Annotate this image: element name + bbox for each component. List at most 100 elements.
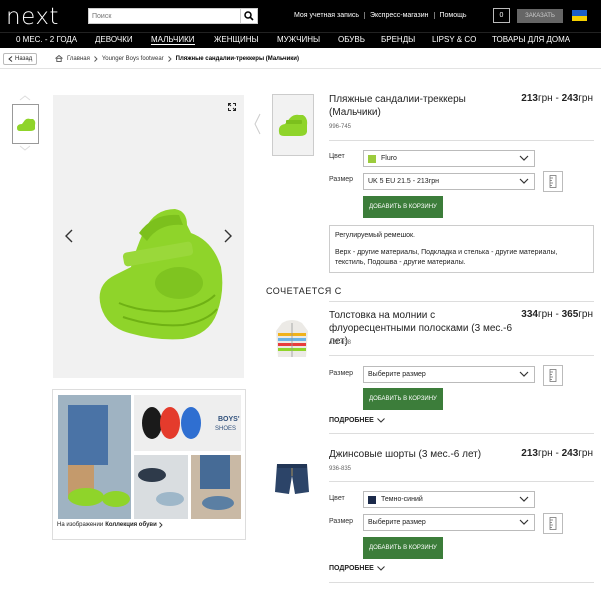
express-shop-link[interactable]: Экспресс-магазин: [364, 12, 434, 19]
next-logo[interactable]: next: [6, 4, 59, 30]
thumb-down-button[interactable]: [12, 145, 38, 153]
chevron-left-icon: [8, 56, 13, 62]
expand-icon[interactable]: [228, 103, 236, 111]
caption-prefix: На изображении: [57, 522, 104, 528]
nav-item-girls[interactable]: ДЕВОЧКИ: [95, 35, 133, 44]
color-value: Fluro: [381, 155, 397, 162]
product-title: Пляжные сандалии-треккеры (Мальчики): [329, 94, 466, 118]
size-guide-button[interactable]: [543, 513, 563, 534]
size-value: Выберите размер: [368, 371, 426, 378]
chevron-down-icon: [376, 418, 385, 423]
divider: [329, 301, 594, 302]
chevron-left-icon: [254, 113, 261, 135]
nav-item-shoes[interactable]: ОБУВЬ: [338, 35, 365, 44]
hoodie-price: 334грн - 365грн: [521, 309, 593, 320]
chevron-right-icon: [158, 522, 163, 528]
hoodie-image[interactable]: [274, 311, 310, 369]
size-label: Размер: [329, 370, 354, 377]
chevron-down-icon: [519, 178, 529, 184]
main-nav: 0 МЕС. - 2 ГОДА ДЕВОЧКИ МАЛЬЧИКИ ЖЕНЩИНЫ…: [0, 32, 601, 48]
shorts-more-link[interactable]: ПОДРОБНЕЕ: [329, 565, 385, 572]
description-feature: Регулируемый ремешок.: [335, 232, 415, 239]
search-input[interactable]: [89, 9, 239, 23]
svg-text:SHOES: SHOES: [215, 426, 236, 432]
chevron-right-icon: [167, 55, 172, 62]
add-to-cart-button[interactable]: ДОБАВИТЬ В КОРЗИНУ: [363, 196, 443, 218]
shorts-size-select[interactable]: Выберите размер: [363, 514, 535, 531]
chevron-down-icon: [19, 145, 31, 151]
home-icon: [55, 55, 63, 62]
chevron-up-icon: [19, 95, 31, 101]
caption-name: Коллекция обуви: [105, 522, 157, 528]
top-header: next Моя учетная запись Экспресс-магазин…: [0, 0, 601, 32]
divider: [0, 68, 601, 69]
shorts-color-select[interactable]: Темно-синий: [363, 491, 535, 508]
nav-item-boys[interactable]: МАЛЬЧИКИ: [151, 35, 195, 45]
shorts-thumbnail-image: [275, 464, 309, 494]
divider: [329, 433, 594, 434]
ruler-icon: [549, 175, 557, 188]
thumbnail-column: [12, 95, 39, 153]
shorts-code: 936-835: [329, 466, 352, 472]
breadcrumb-category[interactable]: Younger Boys footwear: [102, 56, 164, 62]
size-value: Выберите размер: [368, 519, 426, 526]
nav-item-home[interactable]: ТОВАРЫ ДЛЯ ДОМА: [492, 35, 570, 44]
divider: [329, 481, 594, 482]
size-guide-button[interactable]: [543, 171, 563, 192]
color-value: Темно-синий: [381, 496, 423, 503]
shoe-collection-image: BOYS' SHOES: [58, 395, 241, 519]
color-swatch: [368, 495, 376, 504]
shorts-image[interactable]: [274, 449, 310, 507]
nav-item-baby[interactable]: 0 МЕС. - 2 ГОДА: [16, 35, 77, 44]
product-description: Регулируемый ремешок. Верх - другие мате…: [329, 225, 594, 273]
chevron-left-icon[interactable]: [65, 229, 73, 243]
back-button[interactable]: Назад: [3, 53, 38, 65]
chevron-down-icon: [519, 371, 529, 377]
product-thumbnail[interactable]: [12, 104, 39, 144]
nav-item-men[interactable]: МУЖЧИНЫ: [277, 35, 320, 44]
divider: [329, 582, 594, 583]
main-product-image[interactable]: [53, 95, 244, 378]
description-materials: Верх - другие материалы, Подкладка и сте…: [335, 249, 558, 266]
chevron-down-icon: [519, 155, 529, 161]
breadcrumb: Главная Younger Boys footwear Пляжные са…: [55, 55, 299, 62]
collection-banner[interactable]: BOYS' SHOES На изображении Коллекция обу…: [52, 389, 246, 540]
price-to: 243: [561, 93, 579, 104]
ruler-icon: [549, 369, 557, 382]
nav-item-women[interactable]: ЖЕНЩИНЫ: [214, 35, 259, 44]
search-icon: [244, 11, 254, 21]
hoodie-code: 421-638: [329, 340, 352, 346]
size-select[interactable]: UK 5 EU 21.5 - 213грн: [363, 173, 535, 190]
color-label: Цвет: [329, 153, 345, 160]
breadcrumb-home[interactable]: Главная: [67, 56, 90, 62]
checkout-button[interactable]: ЗАКАЗАТЬ: [517, 9, 563, 23]
ruler-icon: [549, 517, 557, 530]
ukraine-flag-icon[interactable]: [572, 10, 587, 21]
my-account-link[interactable]: Моя учетная запись: [294, 12, 364, 19]
sandal-thumbnail-image: [16, 118, 35, 131]
chevron-down-icon: [376, 566, 385, 571]
shopping-bag-button[interactable]: 0: [493, 8, 510, 23]
collection-caption[interactable]: На изображении Коллекция обуви: [57, 522, 163, 528]
thumb-up-button[interactable]: [12, 95, 38, 103]
color-swatch: [368, 154, 376, 163]
shorts-price: 213грн - 243грн: [521, 448, 593, 459]
back-label: Назад: [15, 56, 33, 62]
chevron-right-icon: [94, 55, 98, 62]
divider: [329, 140, 594, 141]
hoodie-add-to-cart-button[interactable]: ДОБАВИТЬ В КОРЗИНУ: [363, 388, 443, 410]
nav-item-lipsy[interactable]: LIPSY & CO: [432, 35, 476, 44]
hoodie-more-link[interactable]: ПОДРОБНЕЕ: [329, 417, 385, 424]
search-button[interactable]: [240, 9, 257, 23]
nav-item-brands[interactable]: БРЕНДЫ: [381, 35, 415, 44]
hoodie-title[interactable]: Толстовка на молнии с флуоресцентными по…: [329, 309, 519, 348]
size-label: Размер: [329, 518, 354, 525]
size-guide-button[interactable]: [543, 365, 563, 386]
color-select[interactable]: Fluro: [363, 150, 535, 167]
shorts-title[interactable]: Джинсовые шорты (3 мес.-6 лет): [329, 448, 519, 461]
shorts-add-to-cart-button[interactable]: ДОБАВИТЬ В КОРЗИНУ: [363, 537, 443, 559]
hoodie-size-select[interactable]: Выберите размер: [363, 366, 535, 383]
chevron-down-icon: [519, 519, 529, 525]
help-link[interactable]: Помощь: [433, 12, 472, 19]
sandal-thumbnail-image: [278, 114, 308, 136]
